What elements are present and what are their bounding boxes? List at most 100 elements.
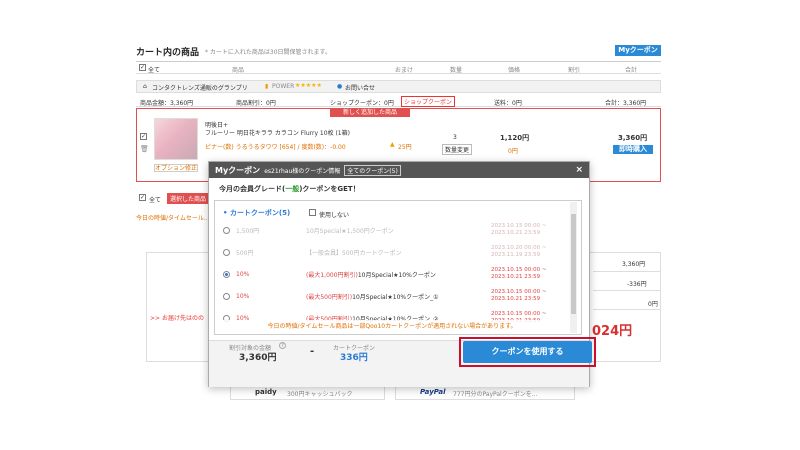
- coupon-row-selected[interactable]: 10% (最大1,000円割引) 10月Special★10%クーポン 2023…: [223, 265, 567, 283]
- coupon-dates: 2023.10.20 00:00 ~2023.11.19 23:59: [491, 245, 546, 259]
- coupon-dates: 2023.10.15 00:00 ~2023.10.21 23:59: [491, 267, 546, 281]
- minus-sign: -: [310, 346, 315, 357]
- use-coupon-button[interactable]: クーポンを使用する: [463, 341, 592, 363]
- grade-suffix: )クーポンをGET！: [299, 185, 360, 193]
- summary-subtotal: 合計：3,360円: [605, 100, 647, 107]
- item-price: 1,120円: [500, 134, 530, 142]
- select-all-bottom-label: 全て: [149, 197, 162, 204]
- summary-discount: 商品割引：0円: [236, 100, 276, 107]
- discount-target-value: 3,360円: [239, 353, 277, 363]
- mycoupon-modal: Myクーポン es21rhau様のクーポン情報 全てのクーポン(5) × 今月の…: [208, 161, 596, 387]
- paypal-logo: PayPal: [420, 388, 446, 396]
- column-bonus: おまけ: [395, 67, 414, 74]
- modal-user: es21rhau様のクーポン情報: [264, 167, 341, 175]
- coupon-date-start: 2023.10.15 00:00 ~: [491, 267, 547, 273]
- option-edit-button[interactable]: オプション修正: [154, 164, 198, 172]
- cart-coupon-section: • カートクーポン(5): [223, 209, 291, 217]
- timesale-note: 今日の時値/タイムセール...: [136, 215, 210, 222]
- shop-stars: ★★★★★: [295, 82, 322, 89]
- coupon-date-start: 2023.10.15 00:00 ~: [491, 223, 547, 229]
- paidy-note: 300円キャッシュバック: [287, 391, 353, 398]
- coupon-date-end: 2023.10.21 23:59: [491, 296, 541, 302]
- trash-icon[interactable]: 🗑: [140, 145, 149, 153]
- column-qty: 数量: [450, 67, 463, 74]
- column-discount: 割引: [568, 67, 581, 74]
- summary-final-amount: 024円: [592, 324, 633, 339]
- column-price: 価格: [508, 67, 521, 74]
- coupon-date-start: 2023.10.15 00:00 ~: [491, 289, 547, 295]
- delete-selected-button[interactable]: 選択した商品: [167, 193, 210, 204]
- coupon-date-start: 2023.10.15 00:00 ~: [491, 311, 547, 317]
- item-price-sub: 0円: [508, 148, 518, 155]
- power-icon: ▮: [265, 83, 269, 90]
- coupon-radio[interactable]: [223, 292, 230, 300]
- inquiry-icon: ●: [337, 83, 343, 90]
- close-icon[interactable]: ×: [575, 165, 583, 175]
- coupon-date-end: 2023.10.21 23:59: [491, 230, 541, 236]
- new-item-banner: 新しく追加した商品: [330, 108, 410, 117]
- coupon-max-discount: (最大1,000円割引): [306, 271, 358, 279]
- mycoupon-button[interactable]: Myクーポン: [615, 45, 661, 56]
- coupon-date-start: 2023.10.20 00:00 ~: [491, 245, 547, 251]
- coupon-desc: 10月Special★1,500円クーポン: [306, 227, 394, 235]
- coupon-warning: 今日の時値/タイムセール商品は一部Qoo10カートクーポンが適用されない場合があ…: [215, 320, 569, 334]
- coupon-radio[interactable]: [223, 226, 230, 234]
- summary-goods: 商品金額：3,360円: [140, 100, 194, 107]
- qty-change-button[interactable]: 数量変更: [442, 144, 473, 155]
- column-total: 合計: [625, 67, 638, 74]
- summary-amount-2: -336円: [627, 281, 647, 288]
- summary-amount-3: 0円: [648, 301, 658, 308]
- select-all-bottom-checkbox[interactable]: [139, 194, 146, 201]
- product-option: ピナー(数) うるうるタワワ [654] / 度数(数)：-0.00: [205, 144, 346, 151]
- grade-line: 今月の会員グレード(一般)クーポンをGET！: [219, 184, 360, 194]
- all-coupons-button[interactable]: 全てのクーポン(5): [344, 164, 401, 176]
- coupon-desc: 【一般会員】500円カートクーポン: [306, 249, 402, 257]
- coupon-row[interactable]: 10% (最大500円割引) 10月Special★10%クーポン_① 2023…: [223, 287, 567, 305]
- scrollbar-thumb[interactable]: [571, 214, 576, 314]
- shop-coupon-button[interactable]: ショップクーポン: [401, 96, 456, 107]
- select-all-label: 全て: [148, 67, 161, 74]
- shop-name[interactable]: コンタクトレンズ通販のグランプリ: [152, 83, 248, 92]
- coupon-desc: 10月Special★10%クーポン_①: [352, 293, 439, 301]
- buy-now-button[interactable]: 即時購入: [613, 145, 653, 154]
- product-name[interactable]: フルーリー 明日花キララ カラコン Flurry 10枚 (1箱): [205, 128, 350, 137]
- item-checkbox[interactable]: [140, 133, 147, 140]
- product-image[interactable]: [154, 118, 198, 160]
- coupon-dates: 2023.10.15 00:00 ~2023.10.21 23:59: [491, 289, 546, 303]
- coupon-row[interactable]: 1,500円 10月Special★1,500円クーポン 2023.10.15 …: [223, 221, 567, 239]
- cart-coupon-value: 336円: [340, 353, 368, 363]
- grade-value: 一般: [285, 185, 300, 193]
- item-points: 25円: [398, 144, 412, 151]
- select-all-checkbox[interactable]: [139, 64, 146, 71]
- shop-summary-row: [136, 95, 661, 107]
- coupon-amount: 10%: [236, 292, 250, 300]
- coupon-dates: 2023.10.15 00:00 ~2023.10.21 23:59: [491, 223, 546, 237]
- modal-title: Myクーポン: [215, 165, 261, 175]
- coupon-row[interactable]: 500円 【一般会員】500円カートクーポン 2023.10.20 00:00 …: [223, 243, 567, 261]
- paidy-logo: paidy: [255, 388, 277, 396]
- coupon-date-end: 2023.10.21 23:59: [491, 274, 541, 280]
- coupon-desc: 10月Special★10%クーポン: [357, 271, 436, 279]
- summary-amount-1: 3,360円: [622, 261, 646, 268]
- help-icon[interactable]: ?: [279, 342, 286, 349]
- grade-prefix: 今月の会員グレード(: [219, 185, 286, 193]
- coupon-date-end: 2023.11.19 23:59: [491, 252, 541, 258]
- coupon-radio[interactable]: [223, 248, 230, 256]
- coupon-amount: 500円: [236, 249, 254, 257]
- cart-note: * カートに入れた商品は30日間保管されます。: [205, 49, 331, 56]
- modal-header: Myクーポン es21rhau様のクーポン情報 全てのクーポン(5) ×: [209, 162, 589, 178]
- home-icon: ⌂: [143, 83, 147, 90]
- item-total: 3,360円: [618, 134, 648, 142]
- cart-title: カート内の商品: [136, 48, 200, 58]
- paypal-note: 777円分のPayPalクーポンを...: [453, 391, 538, 398]
- shop-inquiry[interactable]: お問い合せ: [345, 83, 375, 92]
- coupon-max-discount: (最大500円割引): [306, 293, 353, 301]
- coupon-radio-selected[interactable]: [223, 270, 230, 278]
- summary-shop-coupon: ショップクーポン：0円: [330, 100, 394, 107]
- summary-shipping: 送料：0円: [494, 100, 522, 107]
- points-icon: ▲: [390, 141, 395, 148]
- column-product: 商品: [232, 67, 245, 74]
- summary-left-note[interactable]: >> お届け先はのの: [150, 313, 204, 322]
- no-use-checkbox[interactable]: [309, 209, 316, 216]
- coupon-amount: 1,500円: [236, 227, 260, 235]
